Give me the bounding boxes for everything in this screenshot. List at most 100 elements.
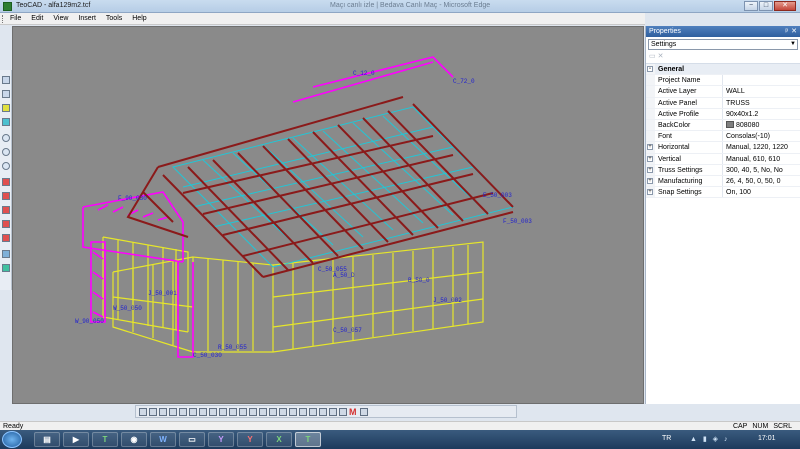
- export-icon[interactable]: [2, 264, 10, 272]
- layer-red-icon[interactable]: [2, 178, 10, 186]
- snap-icon[interactable]: [299, 407, 307, 416]
- select-icon[interactable]: [209, 407, 217, 416]
- cube-front-icon[interactable]: [2, 90, 10, 98]
- property-value[interactable]: Manual, 1220, 1220: [723, 142, 800, 152]
- close-button[interactable]: ✕: [774, 1, 796, 11]
- collapse-icon[interactable]: -: [647, 66, 653, 72]
- language-indicator[interactable]: TR: [662, 435, 671, 442]
- yandex-taskbar-icon[interactable]: Y: [237, 432, 263, 447]
- cad-viewport[interactable]: C_72_0 C_12_0 F_50_003 E_50_003 J_50_002…: [12, 26, 644, 404]
- rect-icon[interactable]: [229, 407, 237, 416]
- property-value[interactable]: 26, 4, 50, 0, 50, 0: [723, 176, 800, 186]
- property-value[interactable]: Consolas(-10): [723, 131, 800, 141]
- teocad-app-icon[interactable]: [3, 2, 12, 11]
- property-row[interactable]: BackColor 808080: [646, 119, 800, 132]
- print-icon[interactable]: [169, 407, 177, 416]
- menu-view[interactable]: View: [53, 13, 68, 24]
- roof-icon[interactable]: [269, 407, 277, 416]
- property-row[interactable]: Active Profile 90x40x1.2: [646, 108, 800, 120]
- zoom-in-icon[interactable]: [2, 134, 10, 142]
- clock[interactable]: 17:01: [758, 435, 776, 442]
- new-icon[interactable]: ▭: [649, 53, 656, 60]
- explorer-taskbar-icon[interactable]: ▤: [34, 432, 60, 447]
- property-row[interactable]: Font Consolas(-10): [646, 131, 800, 143]
- chrome-taskbar-icon[interactable]: ◉: [121, 432, 147, 447]
- layer-red-2-icon[interactable]: [2, 192, 10, 200]
- teocad-taskbar-icon[interactable]: T: [92, 432, 118, 447]
- property-value[interactable]: 90x40x1.2: [723, 109, 800, 119]
- drawing-label: C_12_0: [353, 70, 375, 77]
- property-row[interactable]: + Manufacturing 26, 4, 50, 0, 50, 0: [646, 175, 800, 188]
- menu-edit[interactable]: Edit: [31, 13, 43, 24]
- open-file-icon[interactable]: [149, 407, 157, 416]
- cube-wall-icon[interactable]: [2, 104, 10, 112]
- render-icon[interactable]: [2, 250, 10, 258]
- menu-file[interactable]: File: [10, 13, 21, 24]
- property-row[interactable]: + Truss Settings 300, 40, 5, No, No: [646, 164, 800, 176]
- opening-icon[interactable]: [279, 407, 287, 416]
- property-value[interactable]: TRUSS: [723, 98, 800, 108]
- property-row[interactable]: + Horizontal Manual, 1220, 1220: [646, 142, 800, 154]
- house-frame-drawing[interactable]: C_72_0 C_12_0 F_50_003 E_50_003 J_50_002…: [13, 27, 644, 404]
- report-icon[interactable]: [339, 407, 347, 416]
- wall-icon[interactable]: [239, 407, 247, 416]
- close-icon[interactable]: ✕: [791, 26, 797, 37]
- expand-icon[interactable]: +: [647, 177, 653, 184]
- excel-taskbar-icon[interactable]: X: [266, 432, 292, 447]
- point-icon[interactable]: [189, 407, 197, 416]
- property-row[interactable]: Active Panel TRUSS: [646, 97, 800, 109]
- word-taskbar-icon[interactable]: W: [150, 432, 176, 447]
- menu-tools[interactable]: Tools: [106, 13, 122, 24]
- object-selector[interactable]: Settings ▼: [648, 39, 798, 50]
- teocad-active-taskbar-icon[interactable]: T: [295, 432, 321, 447]
- help-icon[interactable]: [360, 407, 368, 416]
- truss-icon[interactable]: [259, 407, 267, 416]
- cube-roof-icon[interactable]: [2, 118, 10, 126]
- manufacturing-icon[interactable]: M: [349, 407, 358, 416]
- grid-icon[interactable]: [219, 407, 227, 416]
- save-icon[interactable]: [159, 407, 167, 416]
- property-value[interactable]: 300, 40, 5, No, No: [723, 165, 800, 175]
- menu-insert[interactable]: Insert: [78, 13, 96, 24]
- cube-view-icon[interactable]: [2, 76, 10, 84]
- background-window-title: Maçı canlı izle | Bedava Canlı Maç - Mic…: [330, 2, 491, 9]
- pin-icon[interactable]: ᵖ: [785, 26, 788, 37]
- media-taskbar-icon[interactable]: ▶: [63, 432, 89, 447]
- system-tray-icons[interactable]: ▲ ▮ ◈ ♪: [690, 435, 730, 443]
- property-value[interactable]: Manual, 610, 610: [723, 154, 800, 164]
- table-icon[interactable]: [329, 407, 337, 416]
- expand-icon[interactable]: +: [647, 144, 653, 151]
- yahoo-taskbar-icon[interactable]: Y: [208, 432, 234, 447]
- property-row[interactable]: Active Layer WALL: [646, 86, 800, 98]
- dimension-icon[interactable]: [289, 407, 297, 416]
- panel-icon[interactable]: [249, 407, 257, 416]
- minimize-button[interactable]: −: [744, 1, 758, 11]
- zoom-extents-icon[interactable]: [2, 162, 10, 170]
- new-file-icon[interactable]: [139, 407, 147, 416]
- move-icon[interactable]: [199, 407, 207, 416]
- category-general[interactable]: - General: [646, 64, 800, 76]
- layer-red-3-icon[interactable]: [2, 206, 10, 214]
- property-value[interactable]: WALL: [723, 86, 800, 96]
- expand-icon[interactable]: +: [647, 166, 653, 173]
- property-value[interactable]: 808080: [723, 120, 800, 130]
- zoom-out-icon[interactable]: [2, 148, 10, 156]
- expand-icon[interactable]: +: [647, 189, 653, 196]
- notes-taskbar-icon[interactable]: ▭: [179, 432, 205, 447]
- property-row[interactable]: + Vertical Manual, 610, 610: [646, 153, 800, 165]
- property-row[interactable]: Project Name: [646, 75, 800, 87]
- undo-icon[interactable]: [179, 407, 187, 416]
- delete-icon[interactable]: ✕: [658, 53, 664, 60]
- maximize-button[interactable]: □: [759, 1, 773, 11]
- layer-red-4-icon[interactable]: [2, 220, 10, 228]
- property-value[interactable]: [723, 75, 800, 85]
- start-button[interactable]: [2, 431, 22, 448]
- measure-icon[interactable]: [319, 407, 327, 416]
- property-row[interactable]: + Snap Settings On, 100: [646, 187, 800, 199]
- layers-icon[interactable]: [309, 407, 317, 416]
- layer-red-5-icon[interactable]: [2, 234, 10, 242]
- menu-help[interactable]: Help: [132, 13, 146, 24]
- expand-icon[interactable]: +: [647, 155, 653, 162]
- property-value[interactable]: On, 100: [723, 187, 800, 197]
- menu-grip-icon[interactable]: [2, 15, 5, 23]
